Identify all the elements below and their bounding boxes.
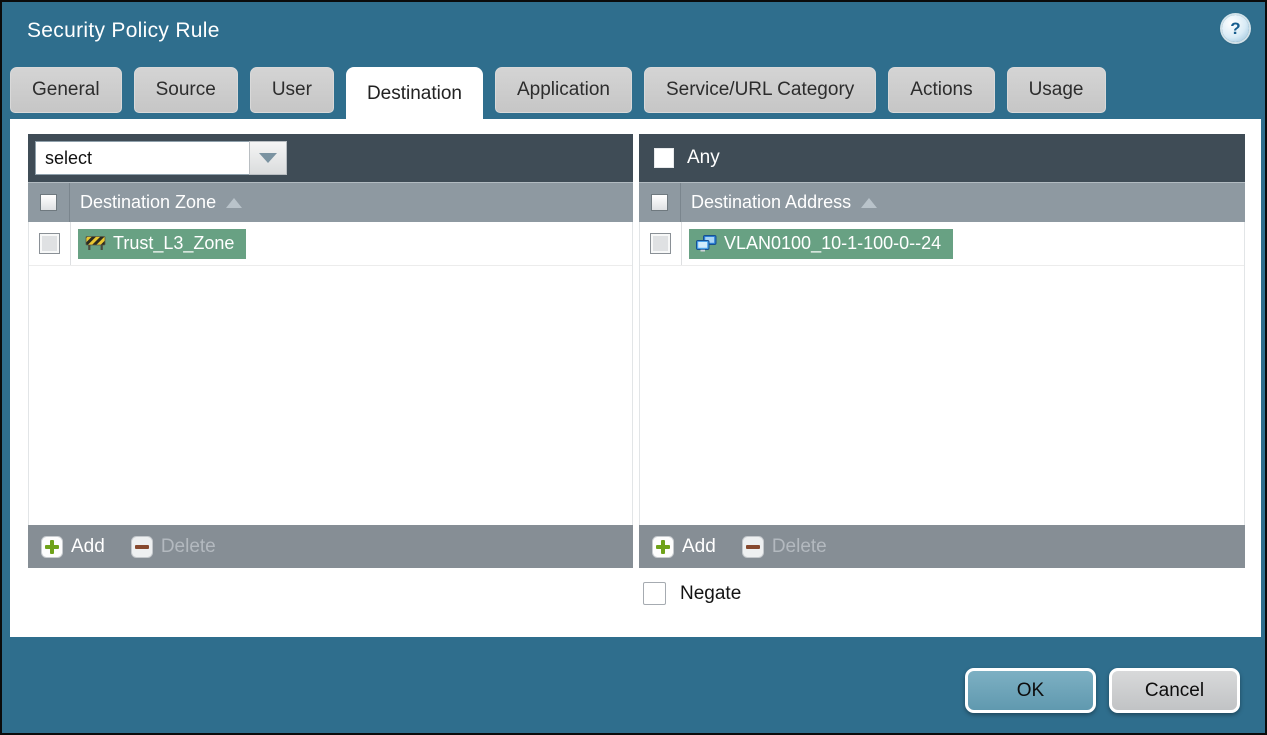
- tab-source[interactable]: Source: [133, 67, 238, 113]
- minus-icon: [130, 535, 153, 558]
- cancel-button[interactable]: Cancel: [1109, 668, 1240, 713]
- address-item-label: VLAN0100_10-1-100-0--24: [724, 232, 942, 253]
- address-add-label: Add: [682, 535, 716, 557]
- sort-ascending-icon: [226, 197, 243, 208]
- help-icon[interactable]: ?: [1222, 15, 1249, 42]
- address-delete-label: Delete: [771, 535, 827, 557]
- ok-button[interactable]: OK: [965, 668, 1096, 713]
- zone-select-group: [35, 141, 287, 175]
- destination-address-panel: Any Destination Address VLAN0100_10-1-10…: [639, 134, 1245, 568]
- zone-delete-button[interactable]: Delete: [130, 535, 216, 558]
- zone-add-button[interactable]: Add: [41, 535, 105, 558]
- zone-list: Trust_L3_Zone: [28, 222, 633, 525]
- tab-actions[interactable]: Actions: [888, 67, 995, 113]
- table-row[interactable]: Trust_L3_Zone: [29, 222, 632, 266]
- negate-checkbox[interactable]: [643, 582, 666, 605]
- minus-icon: [741, 535, 764, 558]
- zone-item[interactable]: Trust_L3_Zone: [78, 228, 247, 259]
- address-item[interactable]: VLAN0100_10-1-100-0--24: [689, 228, 954, 259]
- dialog-title: Security Policy Rule: [27, 19, 220, 42]
- negate-label: Negate: [680, 582, 742, 604]
- address-column-header[interactable]: Destination Address: [639, 182, 1245, 222]
- zone-item-label: Trust_L3_Zone: [113, 232, 235, 253]
- plus-icon: [41, 535, 63, 558]
- address-panel-footer: Add Delete: [639, 525, 1245, 568]
- tab-general[interactable]: General: [10, 67, 122, 113]
- any-checkbox[interactable]: [654, 148, 674, 168]
- tab-usage[interactable]: Usage: [1006, 67, 1106, 113]
- destination-zone-panel: Destination Zone: [28, 134, 633, 568]
- address-delete-button[interactable]: Delete: [741, 535, 827, 558]
- zone-row-checkbox-cell: [29, 222, 71, 265]
- address-panel-toolbar: Any: [639, 134, 1245, 182]
- destination-tab-content: Destination Zone: [10, 119, 1261, 637]
- zone-panel-toolbar: [28, 134, 633, 182]
- address-select-all-checkbox[interactable]: [651, 194, 668, 211]
- table-row[interactable]: VLAN0100_10-1-100-0--24: [640, 222, 1244, 266]
- security-policy-rule-dialog: Security Policy Rule ? General Source Us…: [0, 0, 1267, 735]
- zone-select-dropdown-button[interactable]: [249, 141, 287, 175]
- address-row-checkbox-cell: [640, 222, 682, 265]
- plus-icon: [652, 535, 674, 558]
- tab-application[interactable]: Application: [495, 67, 632, 113]
- zone-panel-footer: Add Delete: [28, 525, 633, 568]
- zone-column-header[interactable]: Destination Zone: [28, 182, 633, 222]
- zone-select-input[interactable]: [35, 141, 249, 175]
- zone-add-label: Add: [71, 535, 105, 557]
- zone-icon: [85, 236, 106, 250]
- chevron-down-icon: [259, 153, 277, 163]
- zone-column-title: Destination Zone: [80, 192, 217, 212]
- negate-option: Negate: [643, 582, 741, 605]
- address-icon: [696, 234, 717, 251]
- any-option: Any: [646, 147, 720, 169]
- address-row-checkbox[interactable]: [650, 233, 671, 254]
- tab-user[interactable]: User: [249, 67, 334, 113]
- any-label: Any: [687, 147, 720, 168]
- tab-bar: General Source User Destination Applicat…: [10, 67, 1106, 120]
- zone-delete-label: Delete: [160, 535, 216, 557]
- address-column-title: Destination Address: [691, 192, 852, 212]
- zone-select-all-checkbox[interactable]: [40, 194, 57, 211]
- zone-select-all-cell: [28, 183, 70, 222]
- zone-row-checkbox[interactable]: [39, 233, 60, 254]
- tab-service-url-category[interactable]: Service/URL Category: [643, 67, 877, 113]
- sort-ascending-icon: [861, 197, 878, 208]
- address-add-button[interactable]: Add: [652, 535, 716, 558]
- address-select-all-cell: [639, 183, 681, 222]
- address-list: VLAN0100_10-1-100-0--24: [639, 222, 1245, 525]
- tab-destination[interactable]: Destination: [345, 67, 483, 120]
